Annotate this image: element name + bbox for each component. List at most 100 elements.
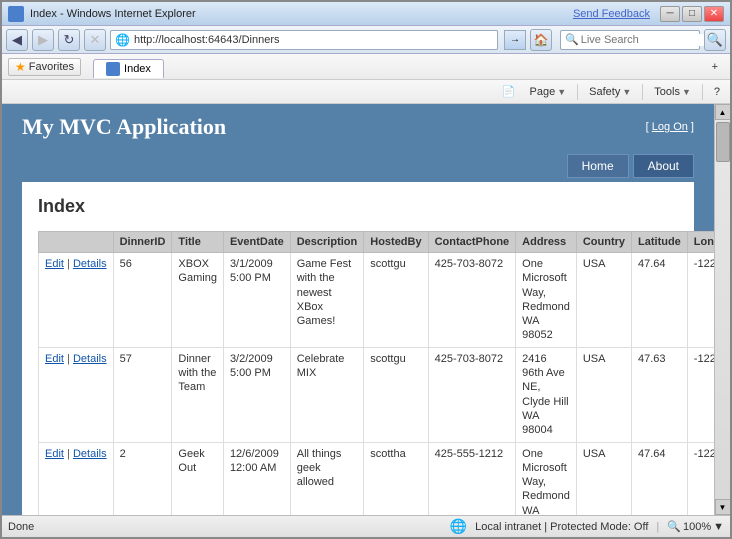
details-link-0[interactable]: Details (73, 258, 107, 270)
details-link-2[interactable]: Details (73, 448, 107, 460)
feedback-link[interactable]: Send Feedback (573, 8, 650, 20)
col-eventdate: EventDate (223, 232, 290, 253)
edit-link-1[interactable]: Edit (45, 353, 64, 365)
go-button[interactable]: → (504, 30, 526, 50)
row-2-eventDate: 12/6/2009 12:00 AM (223, 442, 290, 515)
details-link-1[interactable]: Details (73, 353, 107, 365)
log-on-area: [ Log On ] (646, 121, 694, 133)
table-row: Edit | Details2Geek Out12/6/2009 12:00 A… (39, 442, 715, 515)
search-input[interactable] (581, 34, 723, 46)
row-0-eventDate: 3/1/2009 5:00 PM (223, 253, 290, 348)
row-1-links: Edit | Details (39, 347, 114, 442)
col-hostedby: HostedBy (364, 232, 428, 253)
col-longitude: Longitude (687, 232, 714, 253)
tools-dropdown-icon: ▼ (682, 87, 691, 97)
nav-menu: Home About (2, 150, 714, 182)
row-1-contactPhone: 425-703-8072 (428, 347, 516, 442)
row-0-title: XBOX Gaming (172, 253, 224, 348)
row-2-longitude: -122.13 (687, 442, 714, 515)
table-row: Edit | Details56XBOX Gaming3/1/2009 5:00… (39, 253, 715, 348)
scrollbar[interactable]: ▲ ▼ (714, 104, 730, 515)
zoom-dropdown-icon: ▼ (713, 521, 724, 533)
col-actions (39, 232, 114, 253)
intranet-text: Local intranet | Protected Mode: Off (475, 521, 648, 533)
window-title: Index - Windows Internet Explorer (30, 8, 196, 20)
toolbar-separator-2 (642, 84, 643, 100)
page-title: Index (38, 196, 678, 217)
scroll-up-button[interactable]: ▲ (715, 104, 731, 120)
refresh-button[interactable]: ↻ (58, 29, 80, 51)
row-2-links: Edit | Details (39, 442, 114, 515)
address-input[interactable] (134, 34, 493, 46)
row-0-description: Game Fest with the newest XBox Games! (290, 253, 364, 348)
scroll-down-button[interactable]: ▼ (715, 499, 731, 515)
row-1-title: Dinner with the Team (172, 347, 224, 442)
toolbar-separator (577, 84, 578, 100)
row-0-longitude: -122.13 (687, 253, 714, 348)
stop-button[interactable]: ✕ (84, 29, 106, 51)
close-button[interactable]: ✕ (704, 6, 724, 22)
edit-link-0[interactable]: Edit (45, 258, 64, 270)
about-nav-button[interactable]: About (633, 154, 694, 178)
row-2-country: USA (576, 442, 631, 515)
row-1-description: Celebrate MIX (290, 347, 364, 442)
tools-button[interactable]: Tools ▼ (648, 85, 697, 99)
row-0-dinnerId: 56 (113, 253, 172, 348)
row-0-hostedBy: scottgu (364, 253, 428, 348)
row-2-description: All things geek allowed (290, 442, 364, 515)
col-dinnerid: DinnerID (113, 232, 172, 253)
address-bar[interactable]: 🌐 (110, 30, 498, 50)
row-2-contactPhone: 425-555-1212 (428, 442, 516, 515)
page-icon[interactable]: 📄 (496, 84, 522, 99)
col-country: Country (576, 232, 631, 253)
maximize-button[interactable]: □ (682, 6, 702, 22)
col-contactphone: ContactPhone (428, 232, 516, 253)
page-dropdown-icon: ▼ (557, 87, 566, 97)
row-1-latitude: 47.63 (632, 347, 688, 442)
col-address: Address (516, 232, 577, 253)
minimize-button[interactable]: ─ (660, 6, 680, 22)
page-button[interactable]: Page ▼ (524, 85, 573, 99)
row-0-latitude: 47.64 (632, 253, 688, 348)
row-1-eventDate: 3/2/2009 5:00 PM (223, 347, 290, 442)
search-go-button[interactable]: 🔍 (704, 29, 726, 51)
row-1-country: USA (576, 347, 631, 442)
back-button[interactable]: ◀ (6, 29, 28, 51)
home-nav-button[interactable]: Home (567, 154, 629, 178)
log-on-link[interactable]: Log On (652, 121, 688, 133)
search-bar[interactable]: 🔍 (560, 30, 700, 50)
row-1-hostedBy: scottgu (364, 347, 428, 442)
edit-link-2[interactable]: Edit (45, 448, 64, 460)
scroll-thumb[interactable] (716, 122, 730, 162)
forward-button[interactable]: ▶ (32, 29, 54, 51)
row-0-address: One Microsoft Way, Redmond WA 98052 (516, 253, 577, 348)
col-description: Description (290, 232, 364, 253)
page-icon: 🌐 (115, 33, 130, 47)
live-search-icon: 🔍 (565, 33, 579, 46)
ie-home-icon[interactable]: 🏠 (530, 29, 552, 51)
app-header: My MVC Application [ Log On ] (2, 104, 714, 150)
favorites-button[interactable]: ★ Favorites (8, 58, 81, 76)
separator: | (656, 521, 659, 533)
ie-icon (8, 6, 24, 22)
toolbar-separator-3 (702, 84, 703, 100)
status-bar: Done 🌐 Local intranet | Protected Mode: … (2, 515, 730, 537)
star-icon: ★ (15, 60, 26, 74)
content-area: Index DinnerID Title EventDate Descripti… (22, 182, 694, 515)
zoom-button[interactable]: 🔍 100% ▼ (667, 520, 724, 533)
row-2-address: One Microsoft Way, Redmond WA (516, 442, 577, 515)
help-button[interactable]: ? (708, 85, 726, 99)
row-1-dinnerId: 57 (113, 347, 172, 442)
table-header-row: DinnerID Title EventDate Description Hos… (39, 232, 715, 253)
row-2-dinnerId: 2 (113, 442, 172, 515)
status-text: Done (8, 521, 34, 533)
safety-button[interactable]: Safety ▼ (583, 85, 637, 99)
add-tab-button[interactable]: + (706, 60, 724, 74)
browser-tab[interactable]: Index (93, 59, 164, 78)
row-0-country: USA (576, 253, 631, 348)
col-title: Title (172, 232, 224, 253)
row-1-address: 2416 96th Ave NE, Clyde Hill WA 98004 (516, 347, 577, 442)
zoom-icon: 🔍 (667, 520, 681, 533)
row-2-hostedBy: scottha (364, 442, 428, 515)
safety-dropdown-icon: ▼ (622, 87, 631, 97)
